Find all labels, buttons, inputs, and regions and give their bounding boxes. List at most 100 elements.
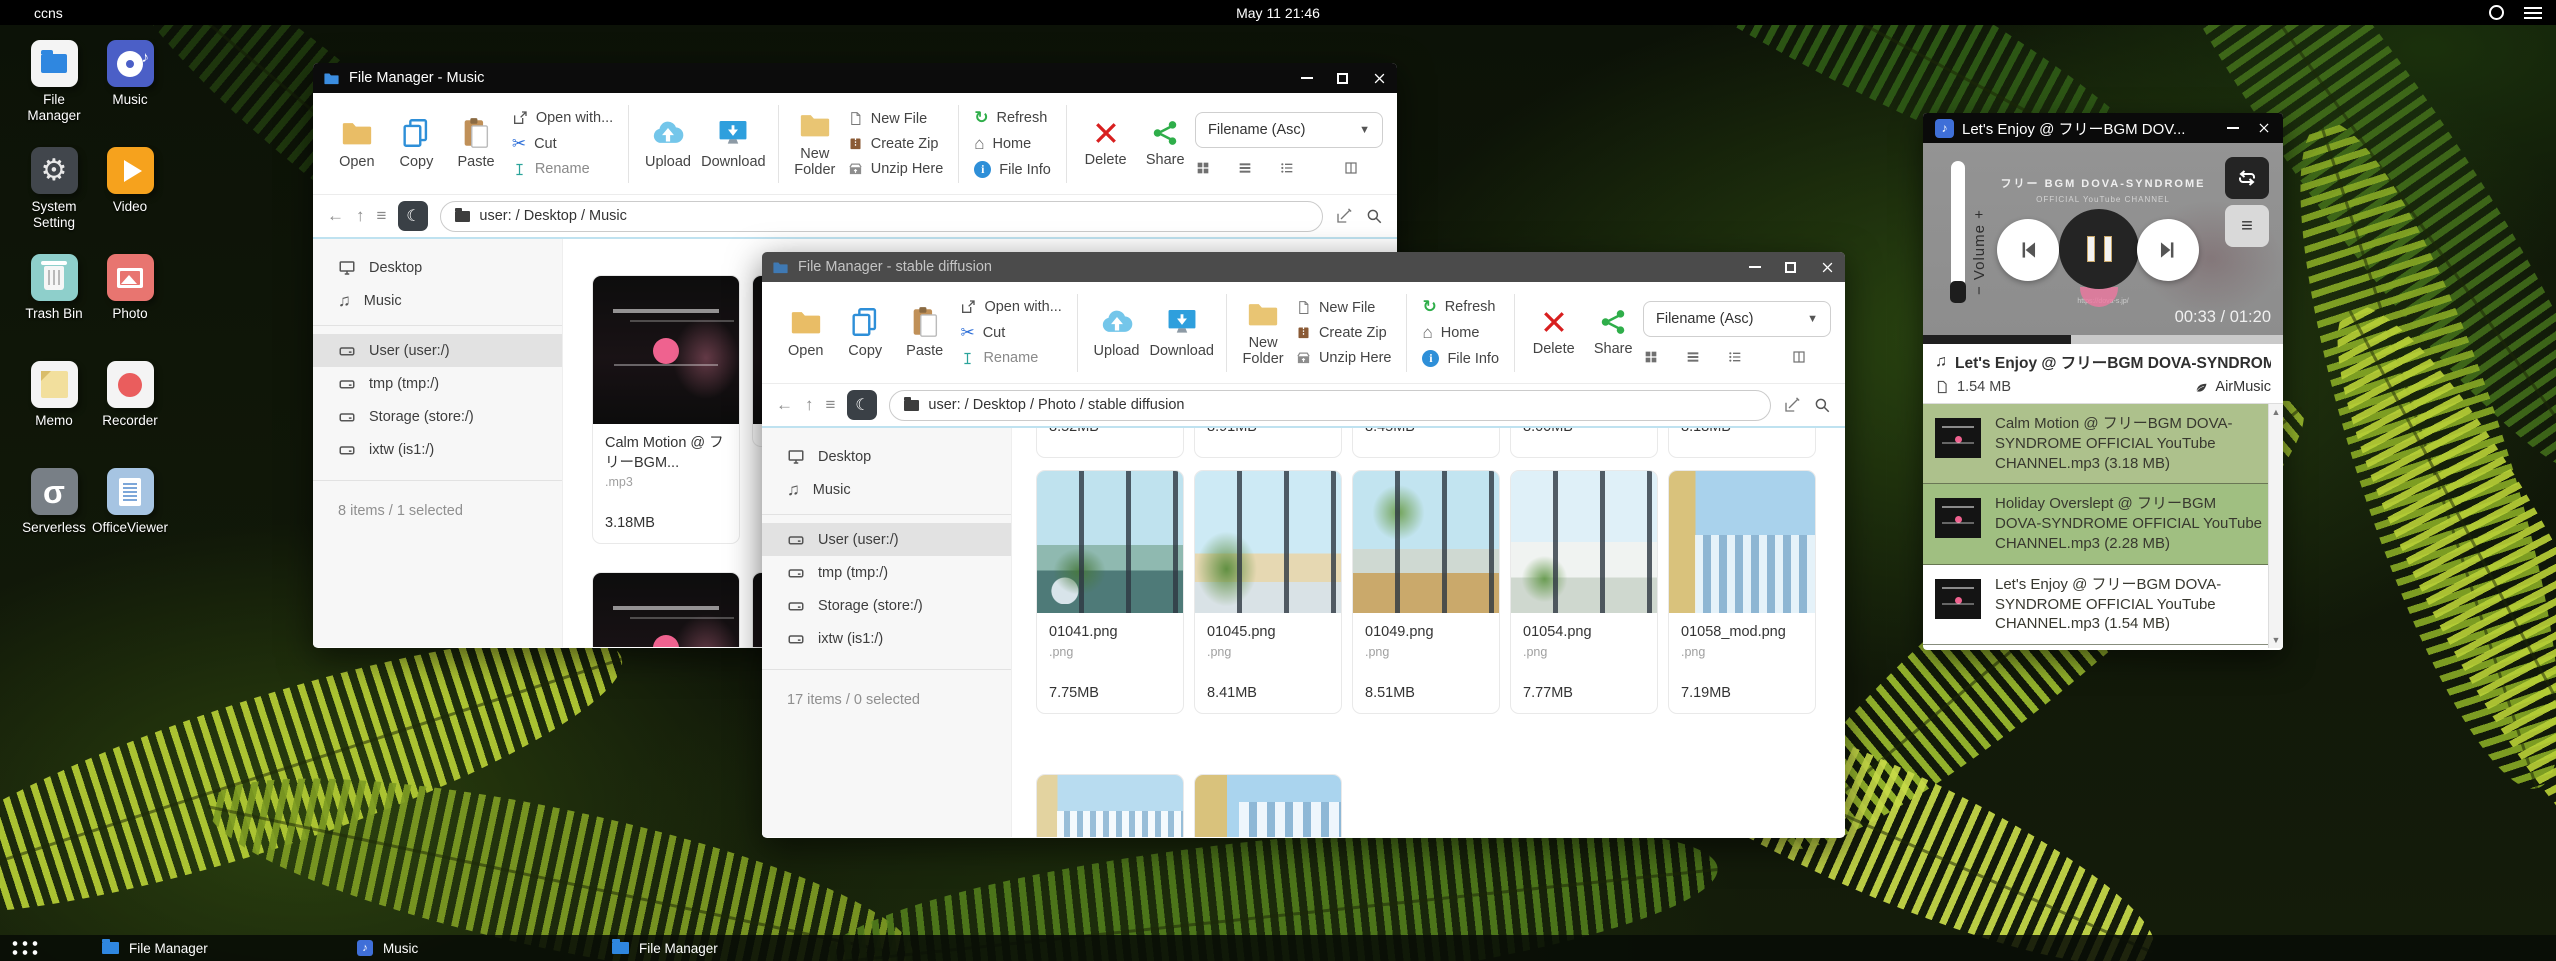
- paste-button[interactable]: Paste: [446, 116, 506, 171]
- close-button[interactable]: [1372, 71, 1387, 86]
- sidebar-item-desktop[interactable]: Desktop: [762, 440, 1011, 473]
- back-button[interactable]: ←: [776, 395, 793, 415]
- pause-button[interactable]: [2059, 209, 2139, 289]
- breadcrumb[interactable]: user: / Desktop / Photo / stable diffusi…: [889, 390, 1771, 421]
- new-file-button[interactable]: New File: [1296, 300, 1392, 316]
- menu-list-button[interactable]: ≡: [377, 206, 387, 226]
- back-button[interactable]: ←: [327, 206, 344, 226]
- previous-track-button[interactable]: [1997, 219, 2059, 281]
- share-button[interactable]: Share: [1135, 118, 1195, 169]
- unzip-here-button[interactable]: Unzip Here: [1296, 350, 1392, 366]
- sidebar-item-tmp-drive[interactable]: tmp (tmp:/): [762, 556, 1011, 589]
- taskbar-item-music[interactable]: ♪ Music: [343, 935, 548, 961]
- open-button[interactable]: Open: [327, 116, 387, 171]
- sort-dropdown[interactable]: Filename (Asc)▼: [1195, 112, 1383, 148]
- desktop-icon-music[interactable]: ♪ Music: [92, 40, 168, 147]
- scroll-down-icon[interactable]: ▼: [2272, 635, 2281, 645]
- file-tile-01054[interactable]: 01054.png .png 7.77MB: [1510, 470, 1658, 714]
- view-grid-button[interactable]: [1195, 160, 1211, 176]
- playlist-scrollbar[interactable]: ▲ ▼: [2268, 404, 2283, 648]
- sidebar-item-desktop[interactable]: Desktop: [313, 251, 562, 284]
- file-info-button[interactable]: iFile Info: [974, 161, 1051, 178]
- file-tile-partial[interactable]: 8.91MB: [1194, 428, 1342, 458]
- desktop-icon-system-setting[interactable]: ⚙ System Setting: [16, 147, 92, 254]
- view-columns-button[interactable]: [1791, 349, 1807, 365]
- sidebar-item-music[interactable]: ♫Music: [762, 473, 1011, 506]
- volume-slider[interactable]: [1951, 161, 1965, 291]
- dark-mode-button[interactable]: ☾: [847, 390, 877, 420]
- desktop-icon-memo[interactable]: Memo: [16, 361, 92, 468]
- edit-path-button[interactable]: [1783, 396, 1801, 414]
- desktop-icon-file-manager[interactable]: File Manager: [16, 40, 92, 147]
- refresh-button[interactable]: ↻Refresh: [974, 109, 1051, 126]
- home-button[interactable]: ⌂Home: [974, 135, 1051, 152]
- sidebar-item-storage-drive[interactable]: Storage (store:/): [762, 589, 1011, 622]
- desktop-icon-video[interactable]: Video: [92, 147, 168, 254]
- sort-dropdown[interactable]: Filename (Asc)▼: [1643, 301, 1831, 337]
- file-tile-01045[interactable]: 01045.png .png 8.41MB: [1194, 470, 1342, 714]
- dark-mode-button[interactable]: ☾: [398, 201, 428, 231]
- share-button[interactable]: Share: [1583, 307, 1642, 358]
- progress-bar[interactable]: [1923, 335, 2283, 344]
- desktop-icon-photo[interactable]: Photo: [92, 254, 168, 361]
- title-bar[interactable]: File Manager - stable diffusion: [762, 252, 1845, 282]
- cut-button[interactable]: ✂Cut: [512, 135, 613, 152]
- sidebar-item-tmp-drive[interactable]: tmp (tmp:/): [313, 367, 562, 400]
- view-columns-button[interactable]: [1343, 160, 1359, 176]
- up-button[interactable]: ↑: [805, 395, 814, 415]
- unzip-here-button[interactable]: Unzip Here: [848, 161, 944, 177]
- power-icon[interactable]: [2489, 5, 2504, 20]
- create-zip-button[interactable]: Create Zip: [848, 136, 944, 152]
- copy-button[interactable]: Copy: [387, 116, 447, 171]
- cut-button[interactable]: ✂Cut: [960, 324, 1061, 341]
- playlist-item-holiday-overslept[interactable]: Holiday Overslept @ フリーBGM DOVA-SYNDROME…: [1923, 484, 2283, 564]
- playlist-item-lets-enjoy[interactable]: Let's Enjoy @ フリーBGM DOVA-SYNDROME OFFIC…: [1923, 565, 2283, 645]
- download-button[interactable]: Download: [1146, 305, 1217, 360]
- maximize-button[interactable]: [1785, 262, 1796, 273]
- view-rows-button[interactable]: [1237, 160, 1253, 176]
- desktop-icon-trash-bin[interactable]: Trash Bin: [16, 254, 92, 361]
- file-tile-calm-motion[interactable]: Calm Motion @ フリーBGM... .mp3 3.18MB: [592, 275, 740, 544]
- close-button[interactable]: [2257, 121, 2271, 135]
- file-tile-partial[interactable]: [1194, 774, 1342, 837]
- new-folder-button[interactable]: New Folder: [1236, 297, 1290, 368]
- open-with-button[interactable]: Open with...: [512, 110, 613, 126]
- refresh-button[interactable]: ↻Refresh: [1422, 298, 1499, 315]
- sidebar-item-ixtw-drive[interactable]: ixtw (is1:/): [762, 622, 1011, 655]
- view-rows-button[interactable]: [1685, 349, 1701, 365]
- title-bar[interactable]: ♪ Let's Enjoy @ フリーBGM DOV...: [1923, 113, 2283, 143]
- scroll-up-icon[interactable]: ▲: [2272, 407, 2281, 417]
- file-tile-partial[interactable]: 8.45MB: [1352, 428, 1500, 458]
- breadcrumb[interactable]: user: / Desktop / Music: [440, 201, 1323, 232]
- file-tile-partial[interactable]: [1036, 774, 1184, 837]
- sidebar-item-music[interactable]: ♫Music: [313, 284, 562, 317]
- desktop-icon-recorder[interactable]: Recorder: [92, 361, 168, 468]
- app-launcher-button[interactable]: [8, 938, 38, 958]
- taskbar-item-file-manager-2[interactable]: File Manager: [598, 935, 803, 961]
- rename-button[interactable]: Rename: [960, 350, 1061, 366]
- sidebar-item-user-drive[interactable]: User (user:/): [313, 334, 562, 367]
- minimize-button[interactable]: [2227, 127, 2239, 129]
- menu-icon[interactable]: [2524, 7, 2542, 19]
- playlist-item-calm-motion[interactable]: Calm Motion @ フリーBGM DOVA-SYNDROME OFFIC…: [1923, 404, 2283, 484]
- copy-button[interactable]: Copy: [835, 305, 894, 360]
- file-tile-partial[interactable]: 8.18MB: [1668, 428, 1816, 458]
- maximize-button[interactable]: [1337, 73, 1348, 84]
- taskbar-item-file-manager-1[interactable]: File Manager: [88, 935, 293, 961]
- create-zip-button[interactable]: Create Zip: [1296, 325, 1392, 341]
- home-button[interactable]: ⌂Home: [1422, 324, 1499, 341]
- menu-list-button[interactable]: ≡: [826, 395, 836, 415]
- next-track-button[interactable]: [2137, 219, 2199, 281]
- edit-path-button[interactable]: [1335, 207, 1353, 225]
- desktop-icon-serverless[interactable]: σ Serverless: [16, 468, 92, 575]
- sidebar-item-ixtw-drive[interactable]: ixtw (is1:/): [313, 433, 562, 466]
- title-bar[interactable]: File Manager - Music: [313, 63, 1397, 93]
- upload-button[interactable]: Upload: [638, 116, 698, 171]
- file-tile-01058-mod[interactable]: 01058_mod.png .png 7.19MB: [1668, 470, 1816, 714]
- sidebar-item-storage-drive[interactable]: Storage (store:/): [313, 400, 562, 433]
- file-info-button[interactable]: iFile Info: [1422, 350, 1499, 367]
- download-button[interactable]: Download: [698, 116, 769, 171]
- view-grid-button[interactable]: [1643, 349, 1659, 365]
- file-tile-partial[interactable]: 8.00MB: [1510, 428, 1658, 458]
- file-tile-01041[interactable]: 01041.png .png 7.75MB: [1036, 470, 1184, 714]
